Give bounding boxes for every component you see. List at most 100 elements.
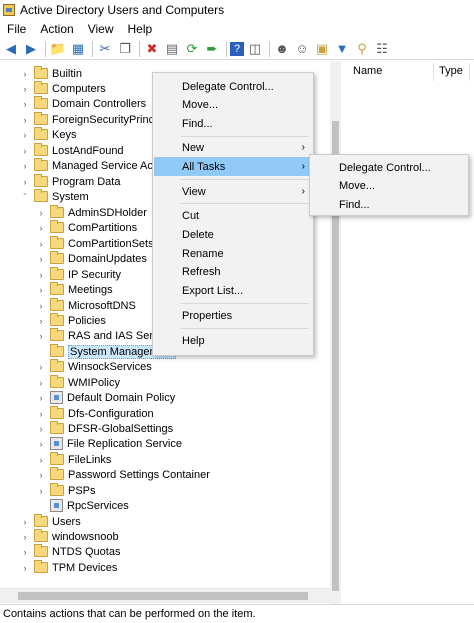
- menu-item-find[interactable]: Find...: [154, 114, 312, 133]
- submenu-item-delegate-control[interactable]: Delegate Control...: [311, 158, 467, 177]
- tree-node[interactable]: › File Replication Service: [36, 436, 182, 451]
- menu-item-rename[interactable]: Rename: [154, 244, 312, 263]
- expand-arrow-icon[interactable]: ›: [20, 532, 30, 542]
- tree-node[interactable]: › Managed Service Acco: [20, 158, 165, 173]
- filter-icon[interactable]: ▼: [333, 40, 351, 58]
- menu-item-view[interactable]: View ›: [154, 182, 312, 201]
- tree-node[interactable]: › Default Domain Policy: [36, 390, 175, 405]
- tree-node[interactable]: › FileLinks: [36, 452, 111, 467]
- menu-item-cut[interactable]: Cut: [154, 206, 312, 225]
- tree-node[interactable]: › Dfs-Configuration: [36, 406, 154, 421]
- expand-arrow-icon[interactable]: ›: [36, 393, 46, 403]
- tree-node[interactable]: › ComPartitions: [36, 220, 137, 235]
- tree-node[interactable]: › ComPartitionSets: [36, 236, 154, 251]
- expand-arrow-icon[interactable]: ›: [36, 409, 46, 419]
- back-arrow-icon[interactable]: ◀: [2, 40, 20, 58]
- refresh-icon[interactable]: ⟳: [183, 40, 201, 58]
- add-group-icon[interactable]: ☺: [293, 40, 311, 58]
- forward-arrow-icon[interactable]: ▶: [22, 40, 40, 58]
- expand-arrow-icon[interactable]: ›: [36, 424, 46, 434]
- tree-node[interactable]: › PSPs: [36, 483, 96, 498]
- menu-action[interactable]: Action: [33, 22, 80, 36]
- expand-arrow-icon[interactable]: ›: [36, 362, 46, 372]
- menu-item-properties[interactable]: Properties: [154, 306, 312, 325]
- help-icon[interactable]: ?: [230, 41, 244, 56]
- properties-icon[interactable]: ▤: [163, 40, 181, 58]
- expand-arrow-icon[interactable]: ›: [20, 69, 30, 79]
- tree-node[interactable]: › ForeignSecurityPrincip: [20, 112, 163, 127]
- tree-node[interactable]: › TPM Devices: [20, 560, 117, 575]
- tree-node[interactable]: › WMIPolicy: [36, 375, 120, 390]
- expand-arrow-icon[interactable]: ›: [20, 84, 30, 94]
- menu-item-delete[interactable]: Delete: [154, 225, 312, 244]
- column-header-name[interactable]: Name: [353, 65, 382, 77]
- expand-arrow-icon[interactable]: ›: [36, 486, 46, 496]
- delete-icon[interactable]: ✖: [143, 40, 161, 58]
- expand-arrow-icon[interactable]: ›: [36, 331, 46, 341]
- expand-arrow-icon[interactable]: ›: [36, 378, 46, 388]
- expand-arrow-icon[interactable]: ›: [36, 239, 46, 249]
- copy-icon[interactable]: ❐: [116, 40, 134, 58]
- column-divider[interactable]: [433, 63, 434, 81]
- tree-node[interactable]: › Password Settings Container: [36, 467, 210, 482]
- tree-node[interactable]: › Policies: [36, 313, 106, 328]
- expand-arrow-icon[interactable]: ›: [20, 177, 30, 187]
- tree-node[interactable]: › DFSR-GlobalSettings: [36, 421, 173, 436]
- expand-arrow-icon[interactable]: ›: [36, 285, 46, 295]
- tree-node[interactable]: › DomainUpdates: [36, 251, 147, 266]
- tree-node[interactable]: ˇ System: [20, 189, 89, 204]
- expand-arrow-icon[interactable]: ›: [20, 517, 30, 527]
- add-ou-icon[interactable]: ▣: [313, 40, 331, 58]
- details-view-icon[interactable]: ▦: [69, 40, 87, 58]
- scrollbar-thumb[interactable]: [18, 592, 308, 600]
- tree-node[interactable]: › Domain Controllers: [20, 96, 146, 111]
- expand-arrow-icon[interactable]: ›: [36, 470, 46, 480]
- cut-icon[interactable]: ✂: [96, 40, 114, 58]
- expand-arrow-icon[interactable]: ›: [20, 547, 30, 557]
- tree-node[interactable]: RpcServices: [36, 498, 129, 513]
- up-folder-icon[interactable]: 📁: [49, 40, 67, 58]
- tree-node[interactable]: › Computers: [20, 81, 106, 96]
- menu-help[interactable]: Help: [121, 22, 160, 36]
- add-user-icon[interactable]: ☻: [273, 40, 291, 58]
- menu-item-delegate-control[interactable]: Delegate Control...: [154, 77, 312, 96]
- find-icon[interactable]: ⚲: [353, 40, 371, 58]
- menu-item-export-list[interactable]: Export List...: [154, 281, 312, 300]
- console-view-icon[interactable]: ◫: [246, 40, 264, 58]
- expand-arrow-icon[interactable]: ›: [20, 146, 30, 156]
- expand-arrow-icon[interactable]: ›: [36, 208, 46, 218]
- tree-node[interactable]: › MicrosoftDNS: [36, 298, 136, 313]
- expand-arrow-icon[interactable]: ›: [36, 301, 46, 311]
- tree-node[interactable]: › Builtin: [20, 66, 82, 81]
- tree-node[interactable]: › NTDS Quotas: [20, 544, 120, 559]
- tree-node[interactable]: › Users: [20, 514, 81, 529]
- expand-arrow-icon[interactable]: ›: [36, 439, 46, 449]
- tree-node[interactable]: › IP Security: [36, 267, 121, 282]
- expand-arrow-icon[interactable]: ›: [20, 130, 30, 140]
- export-list-icon[interactable]: ➨: [203, 40, 221, 58]
- expand-arrow-icon[interactable]: ›: [20, 161, 30, 171]
- submenu-item-find[interactable]: Find...: [311, 195, 467, 214]
- menu-item-move[interactable]: Move...: [154, 95, 312, 114]
- expand-arrow-icon[interactable]: ›: [36, 254, 46, 264]
- tree-node[interactable]: › windowsnoob: [20, 529, 119, 544]
- column-header-type[interactable]: Type: [439, 65, 463, 77]
- add-to-group-icon[interactable]: ☷: [373, 40, 391, 58]
- tree-vertical-scrollbar[interactable]: [330, 61, 341, 604]
- tree-node[interactable]: › AdminSDHolder: [36, 205, 147, 220]
- menu-file[interactable]: File: [0, 22, 33, 36]
- details-pane[interactable]: Name Type: [345, 61, 474, 604]
- menu-view[interactable]: View: [81, 22, 121, 36]
- tree-node[interactable]: › Program Data: [20, 174, 120, 189]
- menu-item-new[interactable]: New ›: [154, 138, 312, 157]
- submenu-item-move[interactable]: Move...: [311, 176, 467, 195]
- tree-node[interactable]: › Meetings: [36, 282, 113, 297]
- tree-node[interactable]: › RAS and IAS Server: [36, 328, 168, 343]
- expand-arrow-icon[interactable]: ›: [36, 316, 46, 326]
- tree-node[interactable]: › Keys: [20, 127, 76, 142]
- expand-arrow-icon[interactable]: ›: [36, 223, 46, 233]
- expand-arrow-icon[interactable]: ›: [20, 563, 30, 573]
- tree-horizontal-scrollbar[interactable]: [0, 588, 330, 603]
- menu-item-help[interactable]: Help: [154, 331, 312, 350]
- collapse-arrow-icon[interactable]: ˇ: [20, 192, 30, 202]
